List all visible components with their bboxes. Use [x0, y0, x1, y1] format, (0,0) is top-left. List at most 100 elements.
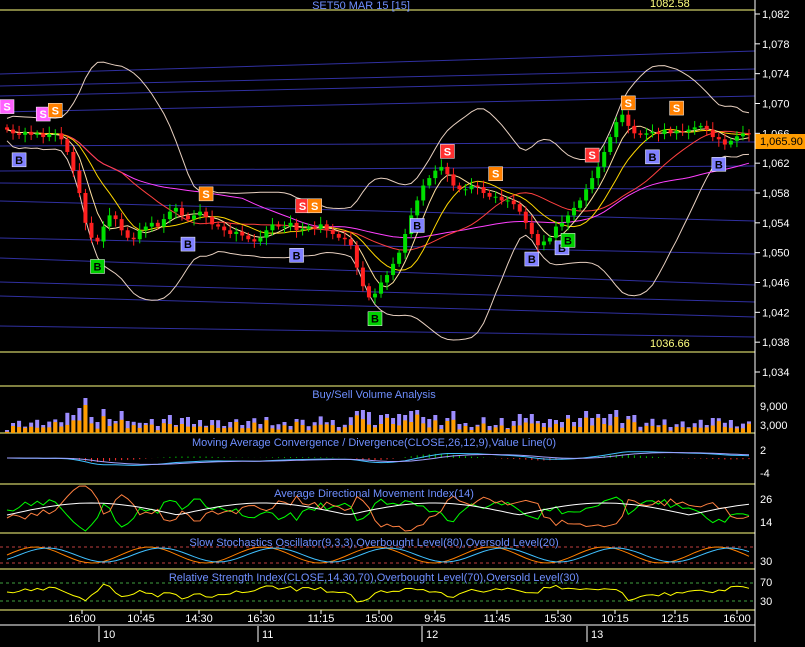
- volume-bar-buy: [155, 430, 160, 433]
- candle-body: [155, 222, 160, 227]
- candle-body: [342, 237, 347, 240]
- candle-body: [258, 237, 263, 242]
- candle-body: [83, 193, 88, 223]
- macd-tick-2: 2: [760, 445, 766, 457]
- buy-signal-marker[interactable]: B: [289, 248, 304, 263]
- candle-body: [590, 178, 595, 190]
- sell-signal-marker[interactable]: S: [669, 100, 684, 116]
- volume-bar-buy: [198, 426, 203, 433]
- candle-body: [553, 226, 558, 238]
- chart-window: SET50 MAR 15 [15] 1082.58 1036.66 1,082 1…: [0, 0, 805, 642]
- candle-body: [306, 226, 311, 229]
- buy-signal-marker[interactable]: B: [524, 251, 540, 267]
- candle-body: [668, 129, 673, 134]
- candle-body: [372, 293, 377, 298]
- volume-bar-buy: [276, 429, 281, 433]
- buy-signal-marker[interactable]: B: [367, 311, 383, 326]
- buy-signal-marker[interactable]: B: [90, 259, 105, 274]
- volume-bar-buy: [264, 420, 269, 433]
- chart-svg: SET50 MAR 15 [15] 1082.58 1036.66 1,082 1…: [0, 0, 805, 642]
- candle-body: [173, 207, 178, 212]
- rsi-panel-title: Relative Strength Index(CLOSE,14,30,70),…: [169, 572, 579, 584]
- volume-bar-buy: [415, 414, 420, 433]
- candle-body: [29, 131, 34, 135]
- sell-signal-marker[interactable]: S: [307, 198, 322, 214]
- volume-bar-buy: [324, 424, 329, 433]
- volume-bar-buy: [131, 425, 136, 433]
- buy-signal-marker[interactable]: B: [180, 236, 196, 252]
- sell-signal-marker[interactable]: S: [0, 99, 15, 114]
- candle-body: [650, 131, 655, 134]
- volume-bar-buy: [95, 428, 100, 433]
- volume-bar-buy: [493, 427, 498, 433]
- buy-signal-marker[interactable]: B: [560, 233, 576, 248]
- sell-signal-marker[interactable]: S: [440, 144, 455, 159]
- price-tick-label: 1,050: [762, 248, 790, 260]
- candle-body: [47, 134, 52, 138]
- candle-body: [360, 267, 365, 287]
- volume-bar-buy: [523, 422, 528, 433]
- signal-letter: B: [94, 261, 102, 273]
- candle-body: [644, 133, 649, 135]
- sell-signal-marker[interactable]: S: [198, 186, 214, 202]
- signal-letter: S: [52, 105, 59, 117]
- buy-signal-marker[interactable]: B: [409, 218, 425, 233]
- signal-letter: B: [293, 250, 301, 262]
- candle-body: [385, 275, 390, 283]
- volume-bar-buy: [650, 425, 655, 433]
- buy-signal-marker[interactable]: B: [645, 149, 660, 165]
- x-time-label: 12:15: [661, 613, 689, 625]
- volume-bar-buy: [403, 420, 408, 433]
- candle-body: [686, 129, 691, 132]
- candle-body: [547, 237, 552, 242]
- stoch-tick-30: 30: [760, 556, 772, 568]
- price-tick-label: 1,046: [762, 278, 790, 290]
- x-time-label: 15:00: [365, 613, 393, 625]
- volume-bar-buy: [59, 426, 64, 433]
- volume-bar-buy: [11, 426, 16, 433]
- sell-signal-marker[interactable]: S: [488, 166, 503, 181]
- volume-bar-buy: [222, 428, 227, 433]
- sell-signal-marker[interactable]: S: [621, 95, 636, 111]
- sell-signal-marker[interactable]: S: [584, 147, 600, 163]
- candle-body: [288, 222, 293, 227]
- volume-bar-buy: [668, 430, 673, 433]
- volume-bar-buy: [258, 428, 263, 433]
- candle-body: [11, 129, 16, 134]
- volume-bar-buy: [469, 430, 474, 433]
- signal-letter: B: [15, 155, 23, 167]
- volume-bar-buy: [330, 425, 335, 433]
- candle-body: [559, 222, 564, 227]
- volume-bar-buy: [656, 426, 661, 433]
- signal-letter: B: [184, 239, 192, 251]
- signal-letter: S: [202, 189, 209, 201]
- candle-body: [698, 125, 703, 128]
- volume-bar-buy: [698, 427, 703, 433]
- volume-bar-buy: [475, 426, 480, 433]
- candle-body: [427, 178, 432, 186]
- sell-signal-marker[interactable]: S: [48, 103, 63, 118]
- volume-bar-buy: [704, 427, 709, 433]
- candle-body: [746, 133, 751, 135]
- candle-body: [626, 114, 631, 126]
- candle-body: [487, 193, 492, 197]
- candle-body: [131, 237, 136, 240]
- volume-bar-buy: [674, 426, 679, 433]
- volume-bar-buy: [716, 421, 721, 433]
- volume-bar-buy: [179, 424, 184, 433]
- candle-body: [5, 127, 10, 130]
- x-date-label: 13: [591, 629, 603, 641]
- candle-body: [264, 230, 269, 238]
- volume-bar-buy: [541, 427, 546, 433]
- buy-signal-marker[interactable]: B: [11, 152, 27, 168]
- candle-body: [638, 133, 643, 135]
- x-date-label: 11: [262, 629, 273, 641]
- candle-body: [167, 211, 172, 220]
- volume-bar-buy: [270, 428, 275, 433]
- volume-bar-buy: [113, 423, 118, 433]
- buy-signal-marker[interactable]: B: [711, 157, 727, 172]
- candle-body: [391, 263, 396, 276]
- volume-bar-buy: [517, 425, 522, 433]
- candle-body: [318, 224, 323, 229]
- candle-body: [143, 226, 148, 231]
